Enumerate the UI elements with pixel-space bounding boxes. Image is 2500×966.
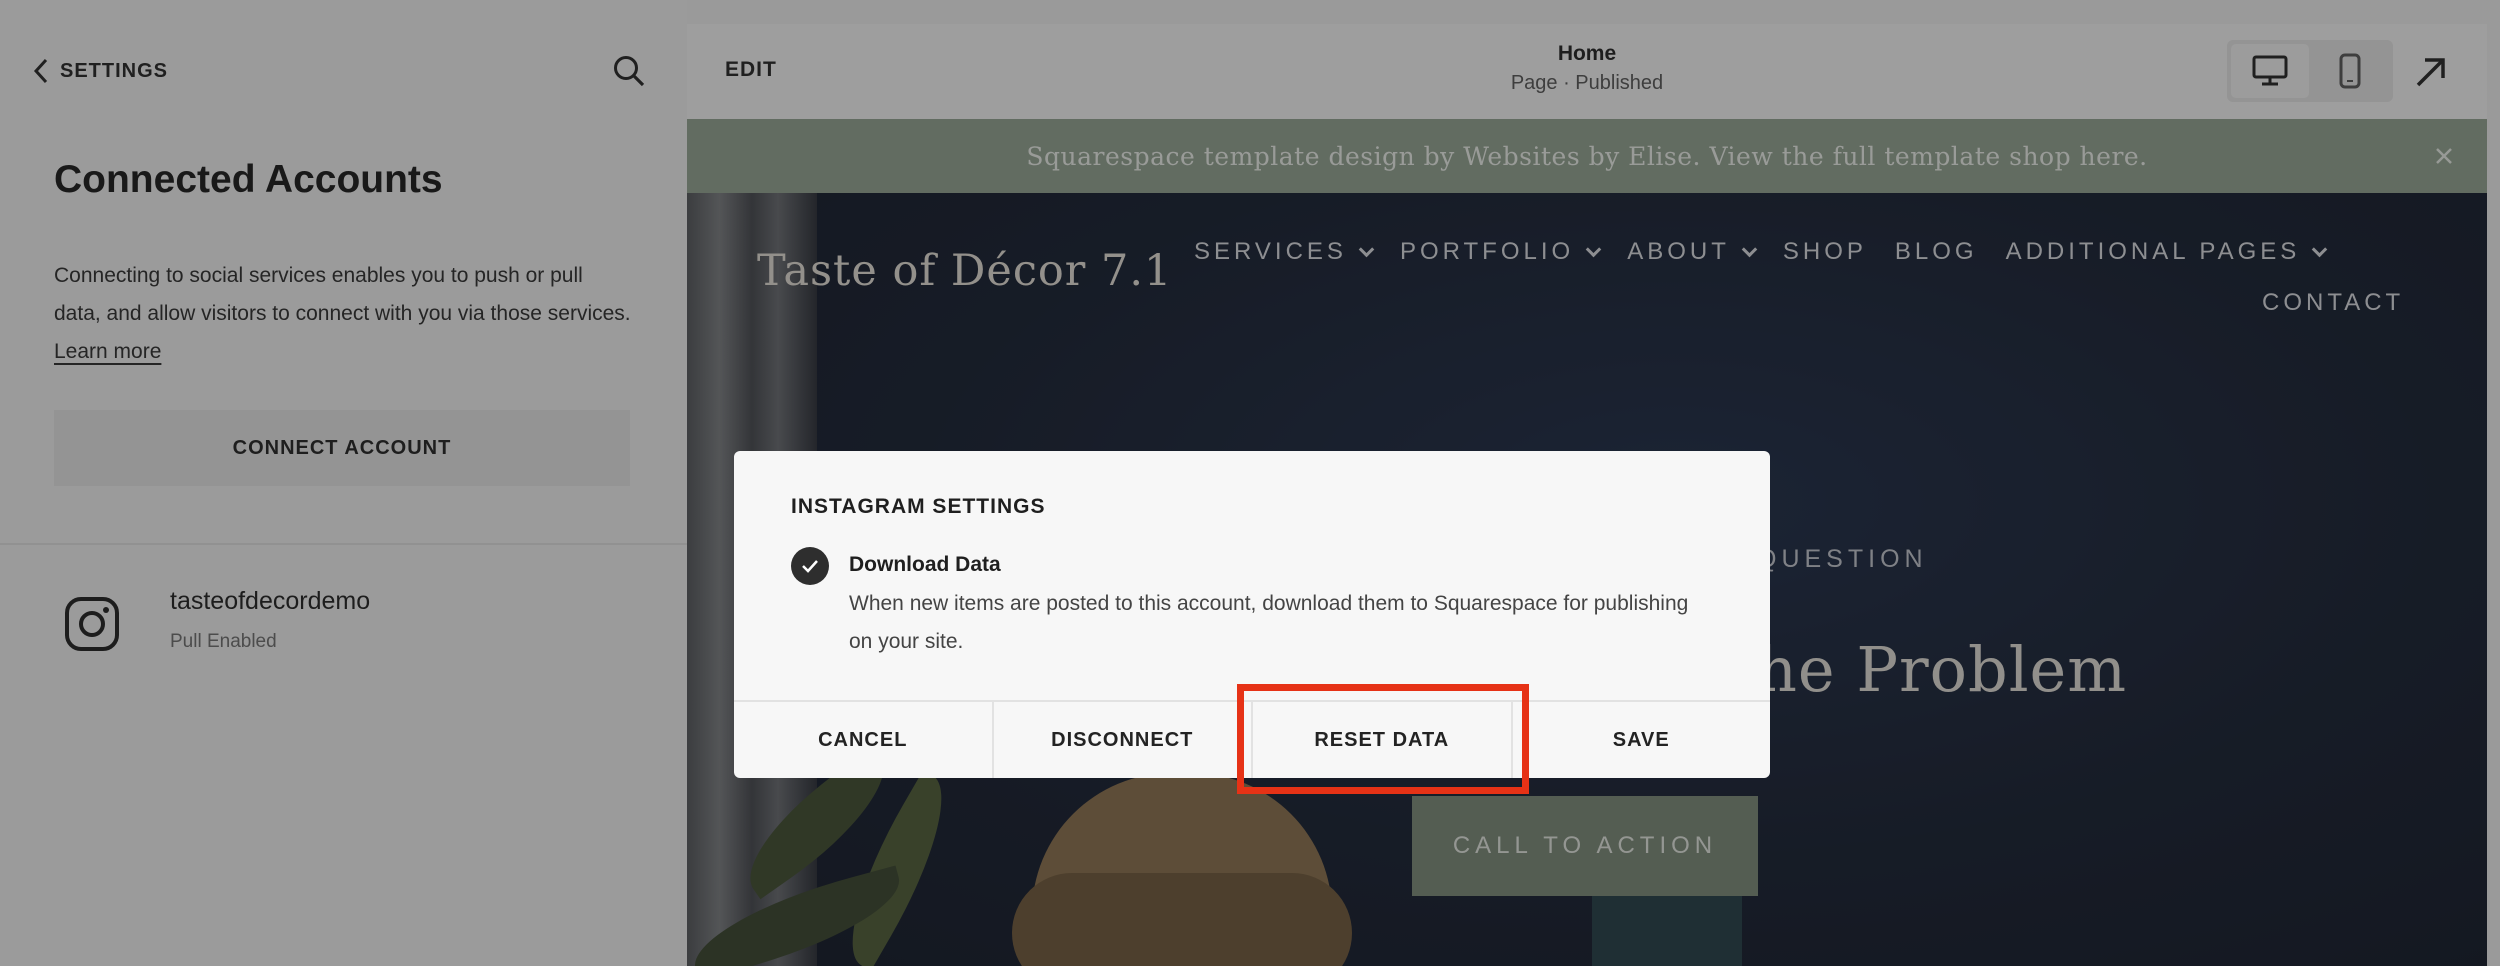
save-button[interactable]: SAVE (1513, 702, 1771, 778)
checkmark-icon (802, 560, 818, 573)
download-data-description: When new items are posted to this accoun… (849, 592, 1689, 653)
download-data-checkbox[interactable] (791, 547, 829, 585)
disconnect-button[interactable]: DISCONNECT (994, 702, 1253, 778)
reset-data-button[interactable]: RESET DATA (1253, 702, 1513, 778)
dialog-footer: CANCEL DISCONNECT RESET DATA SAVE (734, 700, 1770, 778)
download-data-label: Download Data (849, 553, 1001, 576)
dialog-title: INSTAGRAM SETTINGS (791, 495, 1046, 518)
instagram-settings-dialog: INSTAGRAM SETTINGS Download Data When ne… (734, 451, 1770, 778)
cancel-button[interactable]: CANCEL (734, 702, 994, 778)
